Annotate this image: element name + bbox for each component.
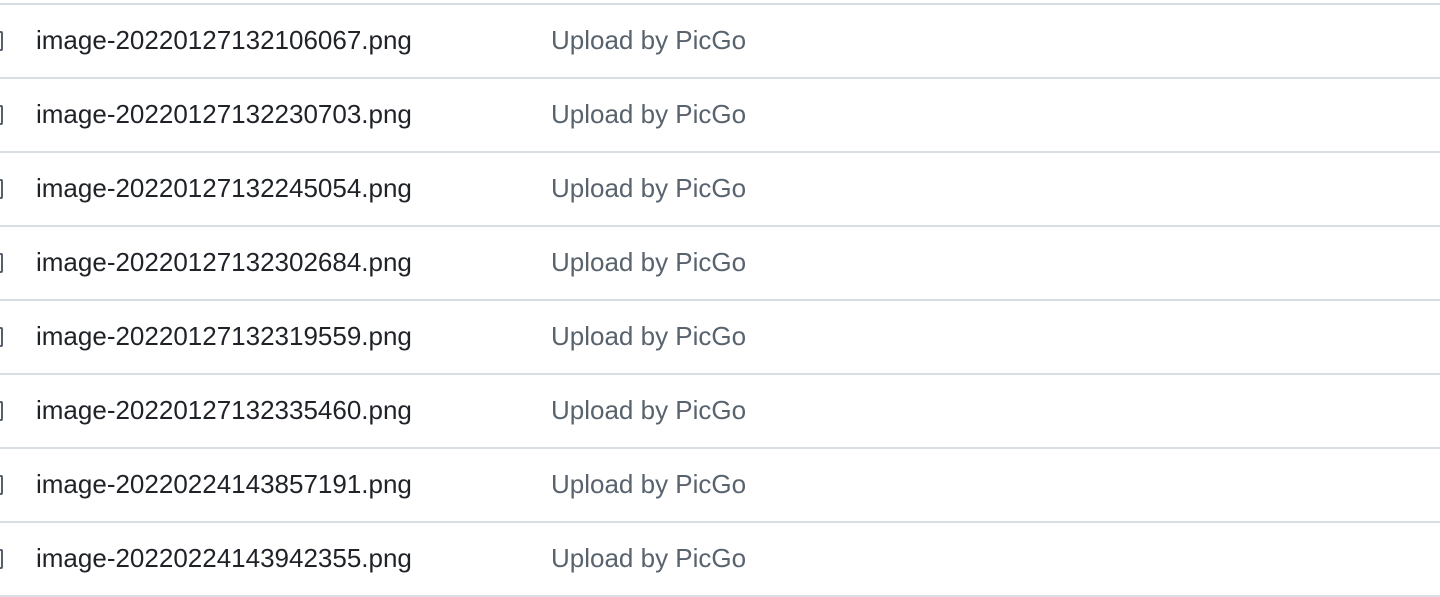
- file-row[interactable]: image-20220224143942355.png Upload by Pic…: [0, 523, 1440, 597]
- file-row[interactable]: image-20220224143857191.png Upload by Pic…: [0, 449, 1440, 523]
- file-icon: [0, 179, 3, 199]
- file-icon: [0, 475, 3, 495]
- commit-message-link[interactable]: Upload by PicGo: [551, 469, 746, 500]
- commit-message-link[interactable]: Upload by PicGo: [551, 321, 746, 352]
- file-icon: [0, 401, 3, 421]
- file-icon: [0, 253, 3, 273]
- file-icon: [0, 549, 3, 569]
- file-icon: [0, 327, 3, 347]
- file-row[interactable]: image-20220127132230703.png Upload by Pic…: [0, 79, 1440, 153]
- file-name-link[interactable]: image-20220127132230703.png: [36, 99, 412, 130]
- file-name-link[interactable]: image-20220224143942355.png: [36, 543, 412, 574]
- file-name-link[interactable]: image-20220127132335460.png: [36, 395, 412, 426]
- file-row[interactable]: image-20220127132319559.png Upload by Pic…: [0, 301, 1440, 375]
- file-icon: [0, 105, 3, 125]
- file-list: image-20220127132106067.png Upload by Pic…: [0, 3, 1440, 597]
- file-row[interactable]: image-20220127132106067.png Upload by Pic…: [0, 5, 1440, 79]
- file-name-link[interactable]: image-20220127132106067.png: [36, 25, 412, 56]
- commit-message-link[interactable]: Upload by PicGo: [551, 247, 746, 278]
- commit-message-link[interactable]: Upload by PicGo: [551, 173, 746, 204]
- file-row[interactable]: image-20220127132335460.png Upload by Pic…: [0, 375, 1440, 449]
- commit-message-link[interactable]: Upload by PicGo: [551, 25, 746, 56]
- commit-message-link[interactable]: Upload by PicGo: [551, 543, 746, 574]
- commit-message-link[interactable]: Upload by PicGo: [551, 395, 746, 426]
- file-icon: [0, 31, 3, 51]
- file-row[interactable]: image-20220127132302684.png Upload by Pic…: [0, 227, 1440, 301]
- file-name-link[interactable]: image-20220127132319559.png: [36, 321, 412, 352]
- file-row[interactable]: image-20220127132245054.png Upload by Pic…: [0, 153, 1440, 227]
- file-name-link[interactable]: image-20220127132302684.png: [36, 247, 412, 278]
- file-name-link[interactable]: image-20220224143857191.png: [36, 469, 412, 500]
- commit-message-link[interactable]: Upload by PicGo: [551, 99, 746, 130]
- file-name-link[interactable]: image-20220127132245054.png: [36, 173, 412, 204]
